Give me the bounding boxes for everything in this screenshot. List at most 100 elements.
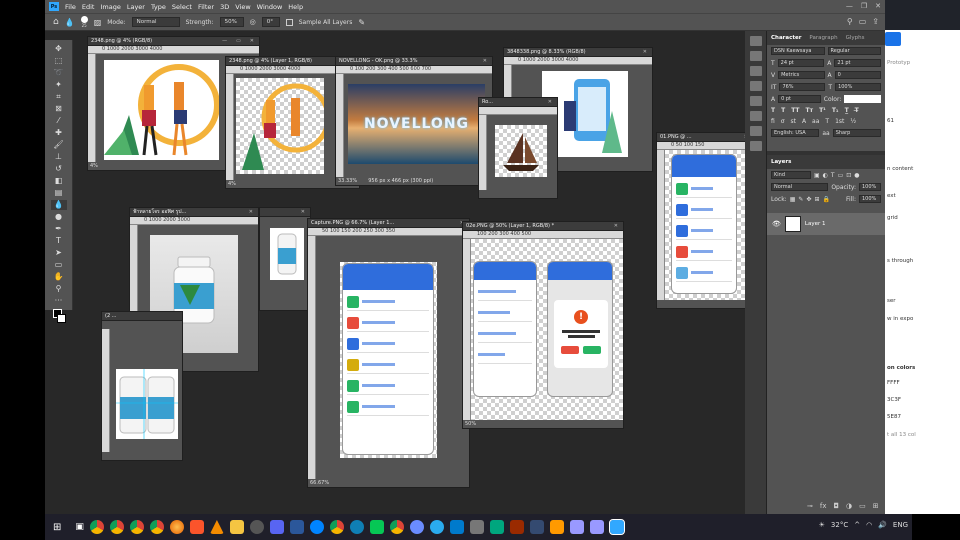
tray-expand-icon[interactable]: ^ <box>854 521 860 529</box>
brush-tool-icon[interactable]: 🖌 <box>51 140 67 150</box>
swash-button[interactable]: st <box>790 118 795 125</box>
document-window-02e[interactable]: 02e.PNG @ 50% (Layer 1, RGB/8) * ✕ 100 20… <box>462 221 624 429</box>
superscript-button[interactable]: T¹ <box>819 107 826 114</box>
chrome-icon[interactable] <box>329 520 344 534</box>
fraction-half-button[interactable]: ½ <box>850 118 856 125</box>
document-window-capture[interactable]: Capture.PNG @ 66.7% (Layer 1...✕ 50 100 … <box>307 218 470 488</box>
gradient-tool-icon[interactable]: ▤ <box>51 188 67 198</box>
font-family-select[interactable]: DSN Kaewsaya <box>771 47 825 55</box>
firefox-icon[interactable] <box>169 520 184 534</box>
blur-tool-icon[interactable]: 💧 <box>65 18 75 27</box>
word-icon[interactable] <box>289 520 304 534</box>
rectangle-tool-icon[interactable]: ▭ <box>51 260 67 270</box>
filter-pixel-icon[interactable]: ▣ <box>814 172 820 179</box>
doc-canvas[interactable] <box>665 150 753 300</box>
ligature-button[interactable]: fi <box>771 118 775 125</box>
tab-layers[interactable]: Layers <box>771 159 791 165</box>
brave-icon[interactable] <box>189 520 204 534</box>
more-tools-icon[interactable]: ··· <box>51 296 67 306</box>
pressure-icon[interactable]: ◎ <box>250 18 256 26</box>
premiere-icon[interactable] <box>589 520 604 534</box>
document-window-bottle-small[interactable]: ✕ <box>259 207 311 311</box>
filter-adjust-icon[interactable]: ◐ <box>823 172 828 179</box>
doc-canvas[interactable] <box>316 236 469 479</box>
move-tool-icon[interactable]: ✥ <box>51 44 67 54</box>
canvas-area[interactable]: 2348.png @ 4% (RGB/8) — ▭ ✕ 0 1000 2000 300… <box>73 31 754 514</box>
color-swatch-icon[interactable] <box>51 308 67 323</box>
tab-glyphs[interactable]: Glyphs <box>846 35 865 41</box>
document-window-ro[interactable]: Ro... ✕ <box>478 97 558 199</box>
dodge-tool-icon[interactable]: ● <box>51 212 67 222</box>
doc-close-icon[interactable]: ✕ <box>548 99 552 105</box>
menu-type[interactable]: Type <box>151 3 166 11</box>
alternates-button[interactable]: A <box>802 118 806 125</box>
blend-mode-select[interactable]: Normal <box>771 183 829 191</box>
wifi-icon[interactable]: ◠ <box>866 521 872 529</box>
doc-title[interactable]: ✕ <box>260 208 310 217</box>
magic-wand-icon[interactable]: ✦ <box>51 80 67 90</box>
styles-panel-icon[interactable] <box>750 126 762 136</box>
menu-help[interactable]: Help <box>288 3 303 11</box>
minimize-icon[interactable]: — <box>846 2 853 10</box>
doc-title[interactable]: Ro... ✕ <box>479 98 557 107</box>
close-icon[interactable]: ✕ <box>875 2 881 10</box>
restore-icon[interactable]: ❐ <box>861 2 867 10</box>
titling-button[interactable]: aa <box>812 118 819 125</box>
path-select-icon[interactable]: ➤ <box>51 248 67 258</box>
settings-icon[interactable] <box>249 520 264 534</box>
doc-title[interactable]: 3848338.png @ 8.33% (RGB/8) ✕ <box>504 48 652 57</box>
group-icon[interactable]: ▭ <box>859 502 866 510</box>
discord-icon[interactable] <box>269 520 284 534</box>
mask-icon[interactable]: ◘ <box>833 502 839 510</box>
font-size-input[interactable]: 24 pt <box>777 59 825 67</box>
strikethrough-button[interactable]: T̶ <box>855 107 859 114</box>
small-caps-button[interactable]: Tт <box>806 107 814 114</box>
all-caps-button[interactable]: TT <box>791 107 799 114</box>
chrome-icon[interactable] <box>389 520 404 534</box>
search-icon[interactable]: ⚲ <box>847 17 853 26</box>
history-panel-icon[interactable] <box>750 36 762 46</box>
libraries-panel-icon[interactable] <box>750 141 762 151</box>
zoom-tool-icon[interactable]: ⚲ <box>51 284 67 294</box>
anti-alias-select[interactable]: Sharp <box>832 129 882 137</box>
document-window-novellong[interactable]: NOVELLONG - OK.png @ 33.3% ✕ 0 100 200 30… <box>335 56 493 186</box>
home-icon[interactable]: ⌂ <box>53 17 59 27</box>
taskview-icon[interactable]: ▣ <box>75 522 84 532</box>
horizontal-scale-input[interactable]: 100% <box>835 83 882 91</box>
lock-all-icon[interactable]: 🔒 <box>822 196 829 203</box>
start-icon[interactable]: ⊞ <box>53 522 61 533</box>
font-style-select[interactable]: Regular <box>827 47 881 55</box>
menu-image[interactable]: Image <box>100 3 120 11</box>
vscode-icon[interactable] <box>449 520 464 534</box>
doc-close-icon[interactable]: ✕ <box>249 209 253 215</box>
leading-input[interactable]: 21 pt <box>834 59 881 67</box>
volume-icon[interactable]: 🔊 <box>878 521 887 529</box>
doc-close-icon[interactable]: ✕ <box>643 49 647 55</box>
kerning-select[interactable]: Metrics <box>778 71 825 79</box>
messenger-icon[interactable] <box>309 520 324 534</box>
adjustment-layer-icon[interactable]: ◑ <box>846 502 852 510</box>
type-tool-icon[interactable]: T <box>51 236 67 246</box>
network-icon[interactable] <box>409 520 424 534</box>
folder-icon[interactable] <box>229 520 244 534</box>
layer-name[interactable]: Layer 1 <box>805 221 826 227</box>
doc-canvas[interactable] <box>487 115 557 190</box>
lock-paint-icon[interactable]: ✎ <box>798 196 803 203</box>
menu-edit[interactable]: Edit <box>82 3 95 11</box>
chrome-icon[interactable] <box>89 520 104 534</box>
edge-icon[interactable] <box>349 520 364 534</box>
language-select[interactable]: English: USA <box>771 129 820 137</box>
faux-italic-button[interactable]: T <box>781 107 785 114</box>
lock-artboard-icon[interactable]: ⊞ <box>814 196 819 203</box>
doc-canvas[interactable] <box>110 329 182 452</box>
text-color-swatch[interactable] <box>844 95 882 103</box>
character-panel-icon[interactable] <box>750 111 762 121</box>
doc-minimize-icon[interactable]: — <box>222 38 227 44</box>
chrome-icon[interactable] <box>149 520 164 534</box>
telegram-icon[interactable] <box>429 520 444 534</box>
menu-select[interactable]: Select <box>172 3 192 11</box>
frame-tool-icon[interactable]: ⊠ <box>51 104 67 114</box>
properties-panel-icon[interactable] <box>750 51 762 61</box>
tracking-input[interactable]: 0 <box>834 71 881 79</box>
hand-tool-icon[interactable]: ✋ <box>51 272 67 282</box>
